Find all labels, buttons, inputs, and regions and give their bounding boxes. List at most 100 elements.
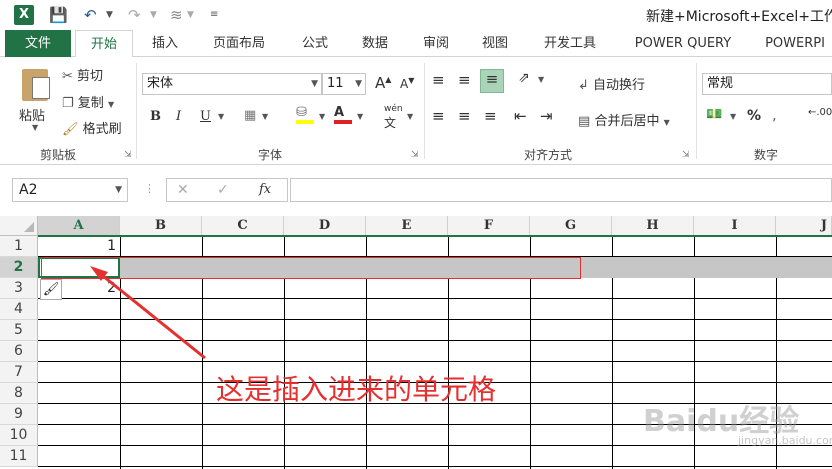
brush-icon: 🖌 — [62, 122, 79, 137]
scissors-icon: ✂ — [62, 69, 73, 84]
copy-button[interactable]: ❐ 复制 ▼ — [62, 92, 114, 111]
paste-button[interactable]: 粘贴 ▼ — [14, 63, 60, 143]
align-top-icon[interactable]: ≡ — [432, 71, 445, 89]
paste-sheet-icon — [32, 77, 50, 99]
copy-icon: ❐ — [62, 96, 74, 111]
group-separator — [424, 63, 425, 159]
percent-button[interactable]: % — [747, 108, 761, 124]
comma-icon[interactable]: ‚ — [772, 108, 776, 124]
font-name-value: 宋体 — [147, 76, 174, 91]
font-color-dropdown-icon[interactable]: ▼ — [357, 112, 363, 121]
formula-buttons: ✕ ✓ fx — [166, 178, 288, 202]
orientation-dropdown-icon[interactable]: ▼ — [538, 75, 544, 84]
alignment-launcher-icon[interactable]: ⇲ — [682, 150, 690, 160]
number-format-combo[interactable]: 常规 — [702, 73, 832, 95]
increase-decimal-icon[interactable]: ←.00 — [808, 107, 832, 118]
italic-button[interactable]: I — [176, 109, 181, 124]
group-separator — [696, 63, 697, 159]
chart-dropdown-icon[interactable]: ▼ — [187, 4, 194, 26]
wrap-text-button[interactable]: ↲ 自动换行 — [578, 74, 645, 93]
font-size-combo[interactable]: 11 ▼ — [322, 73, 366, 95]
tab-insert[interactable]: 插入 — [140, 30, 190, 57]
excel-logo: X — [14, 5, 34, 25]
cut-label: 剪切 — [77, 69, 104, 84]
enter-icon[interactable]: ✓ — [217, 182, 229, 198]
tab-home[interactable]: 开始 — [75, 30, 133, 58]
paste-label: 粘贴 — [19, 109, 46, 124]
group-separator — [136, 63, 137, 159]
bold-button[interactable]: B — [150, 109, 161, 124]
watermark-url: jingyan.baidu.com — [738, 434, 832, 447]
redo-dropdown-icon[interactable]: ▼ — [150, 4, 157, 26]
formula-bar-grip-icon: ⋮ — [144, 182, 155, 195]
undo-dropdown-icon[interactable]: ▼ — [106, 4, 113, 26]
font-size-value: 11 — [327, 76, 344, 91]
increase-font-icon[interactable]: A▲ — [375, 74, 391, 92]
number-group-label: 数字 — [754, 148, 779, 162]
clipboard-launcher-icon[interactable]: ⇲ — [124, 150, 132, 160]
tab-view[interactable]: 视图 — [470, 30, 520, 57]
format-painter-button[interactable]: 🖌 格式刷 — [62, 118, 122, 137]
number-format-value: 常规 — [707, 76, 734, 91]
chevron-down-icon: ▼ — [311, 79, 318, 89]
orientation-icon[interactable]: ⇗ — [518, 70, 530, 86]
phonetic-label: wén — [384, 104, 403, 114]
merge-icon: ▤ — [578, 114, 591, 129]
merge-center-label: 合并后居中 — [594, 114, 660, 129]
clipboard-group-label: 剪贴板 — [40, 148, 77, 162]
tab-page-layout[interactable]: 页面布局 — [203, 30, 275, 57]
underline-button[interactable]: U — [200, 109, 211, 124]
phonetic-dropdown-icon[interactable]: ▼ — [407, 112, 413, 121]
copy-dropdown-icon: ▼ — [107, 100, 115, 109]
tab-power-query[interactable]: POWER QUERY — [622, 30, 744, 57]
chevron-down-icon: ▼ — [115, 185, 122, 195]
decrease-indent-icon[interactable]: ⇤ — [514, 107, 527, 125]
cut-button[interactable]: ✂ 剪切 — [62, 65, 103, 84]
align-bottom-icon[interactable]: ≡ — [480, 69, 504, 93]
phonetic-button[interactable]: wén 文 — [384, 104, 403, 131]
tab-power-pivot[interactable]: POWERPI — [758, 30, 832, 57]
align-left-icon[interactable]: ≡ — [432, 107, 445, 125]
format-painter-label: 格式刷 — [82, 122, 122, 137]
tab-data[interactable]: 数据 — [350, 30, 400, 57]
font-launcher-icon[interactable]: ⇲ — [411, 150, 419, 160]
tab-file[interactable]: 文件 — [5, 30, 71, 57]
font-name-combo[interactable]: 宋体 ▼ — [142, 73, 322, 95]
customize-icon[interactable]: ≡ — [210, 4, 218, 26]
chevron-down-icon: ▼ — [355, 79, 362, 89]
align-center-icon[interactable]: ≡ — [458, 107, 471, 125]
currency-dropdown-icon[interactable]: ▼ — [730, 112, 736, 121]
alignment-group-label: 对齐方式 — [524, 148, 573, 162]
formula-bar: A2 ▼ ⋮ ✕ ✓ fx — [0, 172, 832, 208]
annotation-text: 这是插入进来的单元格 — [216, 373, 497, 406]
borders-dropdown-icon[interactable]: ▼ — [262, 112, 268, 121]
font-color-icon[interactable]: A — [334, 105, 352, 124]
increase-indent-icon[interactable]: ⇥ — [540, 107, 553, 125]
ribbon-home: 粘贴 ▼ ✂ 剪切 ❐ 复制 ▼ 🖌 格式刷 剪贴板 ⇲ 宋体 ▼ 11 ▼ A… — [0, 57, 832, 165]
insert-function-button[interactable]: fx — [259, 182, 271, 197]
decrease-font-icon[interactable]: A▼ — [400, 76, 414, 91]
tab-formulas[interactable]: 公式 — [290, 30, 340, 57]
fill-dropdown-icon[interactable]: ▼ — [319, 112, 325, 121]
wrap-text-icon: ↲ — [578, 78, 589, 93]
tab-developer[interactable]: 开发工具 — [530, 30, 610, 57]
font-group-label: 字体 — [258, 148, 283, 162]
cancel-icon[interactable]: ✕ — [177, 182, 189, 198]
copy-label: 复制 — [77, 96, 104, 111]
formula-input[interactable] — [290, 178, 832, 202]
tab-review[interactable]: 审阅 — [411, 30, 461, 57]
underline-dropdown-icon[interactable]: ▼ — [218, 112, 224, 121]
fill-color-icon[interactable]: ⛁ — [296, 105, 314, 124]
title-bar: X 💾 ↶ ▼ ↷ ▼ ≋ ▼ ≡ 新建+Microsoft+Excel+工作 — [0, 0, 832, 30]
borders-icon[interactable]: ▦ — [244, 108, 256, 123]
redo-icon[interactable]: ↷ — [128, 4, 141, 26]
align-right-icon[interactable]: ≡ — [484, 107, 497, 125]
merge-center-button[interactable]: ▤ 合并后居中 ▼ — [578, 110, 670, 129]
currency-icon[interactable]: 💵 — [706, 107, 722, 122]
wrap-text-label: 自动换行 — [593, 78, 646, 93]
save-icon[interactable]: 💾 — [49, 4, 68, 26]
undo-icon[interactable]: ↶ — [84, 4, 97, 26]
chart-icon[interactable]: ≋ — [170, 4, 183, 26]
align-middle-icon[interactable]: ≡ — [458, 71, 471, 89]
name-box[interactable]: A2 ▼ — [12, 178, 128, 202]
